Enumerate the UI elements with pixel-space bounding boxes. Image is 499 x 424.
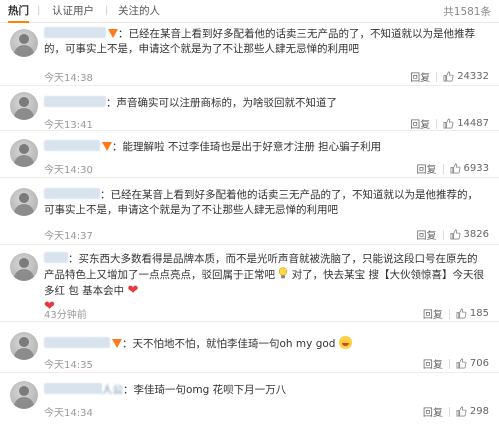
like-count: 14487	[457, 118, 489, 129]
like-count: 706	[469, 358, 489, 369]
comment-time: 今天14:35	[44, 360, 93, 371]
username-blurred[interactable]	[44, 140, 100, 151]
comment-text: ：能理解啦 不过李佳琦也是出于好意才注册 担心骗子利用	[112, 141, 382, 153]
comment-body: ：已经在某音上看到好多配着他的话卖三无产品的了，不知道就以为是他推荐的，可事实上…	[44, 27, 487, 57]
comment-actions: 回复 14487	[410, 116, 489, 131]
comment-item: ：天不怕地不怕，就怕李佳琦一句oh my god 今天14:35 回复 706	[0, 322, 499, 373]
thumb-up-icon	[450, 163, 460, 174]
comment-text: ：李佳琦一句omg 花呗下月一万八	[123, 384, 287, 396]
like-count: 6933	[463, 163, 489, 174]
thumb-up-icon	[450, 229, 460, 240]
like-button[interactable]: 185	[456, 308, 489, 319]
username-blurred[interactable]	[44, 188, 100, 199]
comment-time: 今天14:37	[44, 231, 93, 242]
comment-text: ：已经在某音上看到好多配着他的话卖三无产品的了，不知道就以为是他推荐的，可事实上…	[44, 189, 478, 216]
total-count: 共1581条	[443, 6, 491, 18]
username-blurred[interactable]	[44, 27, 106, 38]
comment-body: ：能理解啦 不过李佳琦也是出于好意才注册 担心骗子利用	[44, 140, 487, 155]
like-button[interactable]: 706	[456, 358, 489, 369]
username-blurred[interactable]	[44, 383, 102, 394]
like-count: 3826	[463, 229, 489, 240]
grin-emoji-icon	[338, 336, 352, 349]
comment-actions: 回复 24332	[410, 69, 489, 84]
tab-following[interactable]: 关注的人	[118, 4, 160, 18]
reply-button[interactable]: 回复	[423, 404, 443, 419]
comment-body: ：已经在某音上看到好多配着他的话卖三无产品的了，不知道就以为是他推荐的，可事实上…	[44, 188, 487, 218]
comment-item: ：声音确实可以注册商标的，为啥驳回就不知道了 今天13:41 回复 14487	[0, 86, 499, 131]
username[interactable]: 人公	[102, 384, 123, 396]
comment-time: 今天14:30	[44, 165, 93, 176]
like-button[interactable]: 14487	[443, 118, 489, 129]
tab-verified-users[interactable]: 认证用户	[52, 4, 94, 18]
comment-time: 今天14:38	[44, 73, 93, 84]
avatar[interactable]	[10, 188, 38, 216]
like-button[interactable]: 3826	[450, 229, 489, 240]
avatar[interactable]	[10, 332, 38, 360]
like-count: 298	[469, 406, 489, 417]
comment-item: 人公：李佳琦一句omg 花呗下月一万八 今天14:34 回复 298	[0, 373, 499, 424]
comment-body: ：声音确实可以注册商标的，为啥驳回就不知道了	[44, 96, 487, 111]
vip-badge-icon	[112, 339, 122, 348]
avatar[interactable]	[10, 29, 38, 57]
reply-button[interactable]: 回复	[410, 116, 430, 131]
comment-item: ：买东西大多数看得是品牌本质，而不是光听声音就被洗脑了，只能说这段口号在原先的产…	[0, 245, 499, 322]
vip-badge-icon	[108, 29, 118, 38]
like-button[interactable]: 298	[456, 406, 489, 417]
lightbulb-icon	[279, 267, 288, 279]
username-blurred[interactable]	[44, 252, 68, 263]
comment-actions: 回复 706	[423, 356, 489, 371]
reply-button[interactable]: 回复	[410, 69, 430, 84]
reply-button[interactable]: 回复	[417, 161, 437, 176]
thumb-up-icon	[456, 308, 467, 319]
username-blurred[interactable]	[44, 337, 110, 348]
heart-icon: ❤	[127, 283, 139, 298]
tab-hot[interactable]: 热门	[8, 4, 29, 23]
comment-actions: 回复 185	[423, 306, 489, 321]
comment-text: ：天不怕地不怕，就怕李佳琦一句oh my god	[122, 338, 336, 350]
tab-separator: |	[105, 5, 109, 16]
comment-item: ：已经在某音上看到好多配着他的话卖三无产品的了，不知道就以为是他推荐的，可事实上…	[0, 23, 499, 86]
comment-body: ：买东西大多数看得是品牌本质，而不是光听声音就被洗脑了，只能说这段口号在原先的产…	[44, 252, 487, 315]
avatar[interactable]	[10, 381, 38, 409]
thumb-up-icon	[443, 71, 454, 82]
like-button[interactable]: 6933	[450, 163, 489, 174]
comment-time: 今天13:41	[44, 120, 93, 131]
avatar[interactable]	[10, 139, 38, 167]
thumb-up-icon	[456, 358, 467, 369]
thumb-up-icon	[443, 118, 454, 129]
like-count: 185	[469, 308, 489, 319]
comment-tabs: 热门 | 认证用户 | 关注的人 共1581条	[0, 0, 499, 23]
reply-button[interactable]: 回复	[417, 227, 437, 242]
comment-time: 今天14:34	[44, 408, 93, 419]
comment-actions: 回复 298	[423, 404, 489, 419]
comment-actions: 回复 6933	[417, 161, 489, 176]
comment-time: 43分钟前	[44, 310, 87, 321]
comment-body: ：天不怕地不怕，就怕李佳琦一句oh my god	[44, 336, 487, 352]
reply-button[interactable]: 回复	[423, 306, 443, 321]
tab-separator: |	[37, 5, 41, 16]
reply-button[interactable]: 回复	[423, 356, 443, 371]
comment-actions: 回复 3826	[417, 227, 489, 242]
comment-text: ：已经在某音上看到好多配着他的话卖三无产品的了，不知道就以为是他推荐的，可事实上…	[44, 28, 475, 55]
comment-item: ：能理解啦 不过李佳琦也是出于好意才注册 担心骗子利用 今天14:30 回复 6…	[0, 131, 499, 178]
comment-text: ：声音确实可以注册商标的，为啥驳回就不知道了	[106, 97, 337, 109]
like-button[interactable]: 24332	[443, 71, 489, 82]
avatar[interactable]	[10, 92, 38, 120]
comment-body: 人公：李佳琦一句omg 花呗下月一万八	[44, 383, 487, 398]
thumb-up-icon	[456, 406, 467, 417]
like-count: 24332	[457, 71, 489, 82]
avatar[interactable]	[10, 253, 38, 281]
vip-badge-icon	[102, 142, 112, 151]
username-blurred[interactable]	[44, 96, 106, 107]
comment-item: ：已经在某音上看到好多配着他的话卖三无产品的了，不知道就以为是他推荐的，可事实上…	[0, 178, 499, 245]
